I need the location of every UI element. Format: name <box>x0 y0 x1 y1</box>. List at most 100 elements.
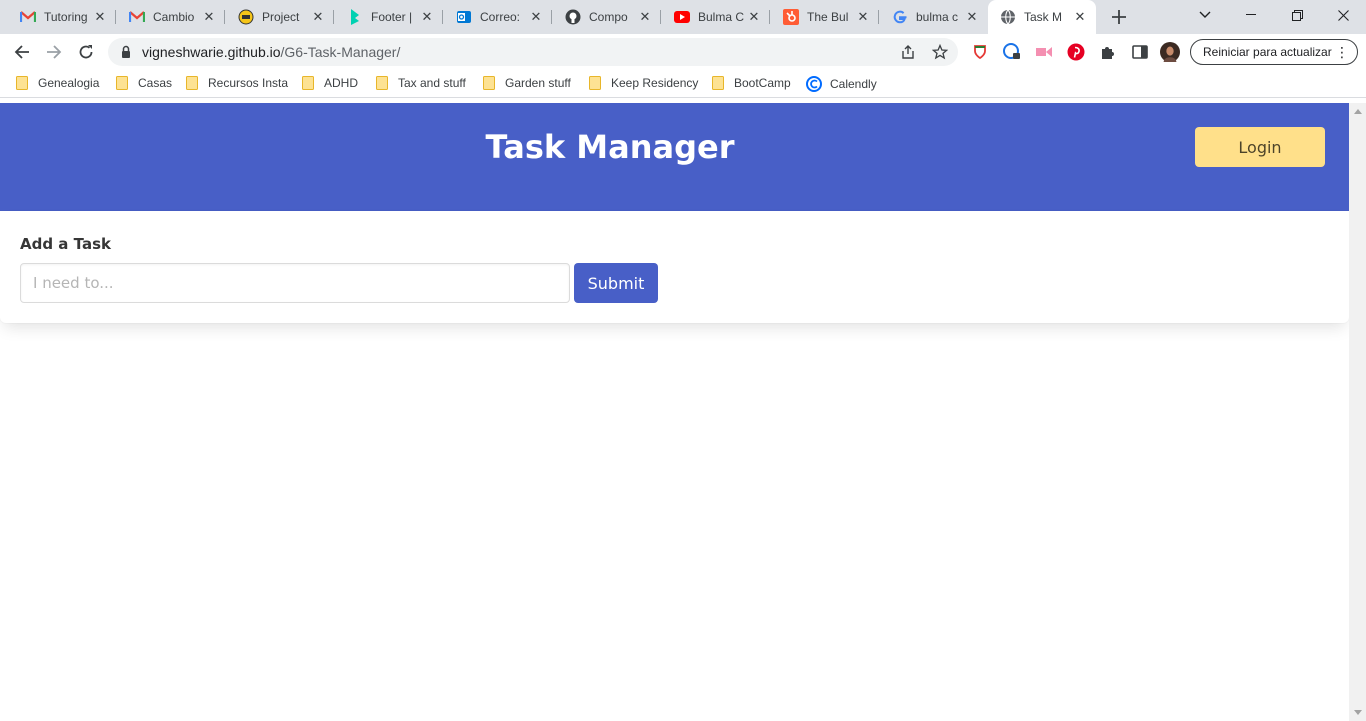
bookmark-genealogia[interactable]: Genealogia <box>16 76 99 90</box>
scroll-down-arrow-icon[interactable] <box>1349 704 1366 721</box>
tab-title: Tutoring <box>44 10 88 24</box>
close-icon[interactable]: ✕ <box>528 9 544 25</box>
close-icon[interactable]: ✕ <box>964 9 980 25</box>
tab-search-button[interactable] <box>1182 0 1228 30</box>
page-scrollbar[interactable] <box>1349 103 1366 721</box>
tab-bulma-video[interactable]: Bulma C ✕ <box>662 4 770 30</box>
bookmark-label: Calendly <box>830 77 877 91</box>
restart-to-update-button[interactable]: Reiniciar para actualizar ⋮ <box>1190 39 1358 65</box>
reload-button[interactable] <box>74 40 98 64</box>
forward-button[interactable] <box>42 40 66 64</box>
lock-icon[interactable] <box>118 44 134 60</box>
close-window-button[interactable] <box>1320 0 1366 30</box>
close-icon[interactable]: ✕ <box>310 9 326 25</box>
close-icon[interactable]: ✕ <box>746 9 762 25</box>
folder-icon <box>589 76 601 90</box>
login-button[interactable]: Login <box>1195 127 1325 167</box>
bookmark-garden-stuff[interactable]: Garden stuff <box>483 76 571 90</box>
tab-cambio[interactable]: Cambio ✕ <box>117 4 225 30</box>
project-icon <box>238 9 254 25</box>
url-path: /G6-Task-Manager/ <box>280 44 401 60</box>
folder-icon <box>186 76 198 90</box>
bookmark-calendly[interactable]: Calendly <box>806 76 877 92</box>
puzzle-icon[interactable] <box>1098 42 1118 62</box>
tab-title: Correo: <box>480 10 521 24</box>
close-icon[interactable]: ✕ <box>1072 9 1088 25</box>
pinterest-icon[interactable] <box>1066 42 1086 62</box>
tab-separator <box>551 10 552 24</box>
github-icon <box>565 9 581 25</box>
bookmarks-bar: Genealogia Casas Recursos Insta ADHD Tax… <box>0 70 1366 98</box>
bookmark-tax-and-stuff[interactable]: Tax and stuff <box>376 76 466 90</box>
back-button[interactable] <box>10 40 34 64</box>
folder-icon <box>376 76 388 90</box>
extension-shield-icon[interactable] <box>970 42 990 62</box>
scroll-up-arrow-icon[interactable] <box>1349 103 1366 120</box>
folder-icon <box>116 76 128 90</box>
youtube-icon <box>674 9 690 25</box>
bookmark-keep-residency[interactable]: Keep Residency <box>589 76 698 90</box>
tab-compo[interactable]: Compo ✕ <box>553 4 661 30</box>
tab-project[interactable]: Project ✕ <box>226 4 334 30</box>
url-host: vigneshwarie.github.io <box>142 44 281 60</box>
page-title: Task Manager <box>485 128 735 166</box>
bookmark-bootcamp[interactable]: BootCamp <box>712 76 791 90</box>
close-icon[interactable]: ✕ <box>92 9 108 25</box>
close-icon[interactable]: ✕ <box>201 9 217 25</box>
tab-title: Compo <box>589 10 628 24</box>
tab-title: Task M <box>1024 10 1063 24</box>
tab-separator <box>224 10 225 24</box>
close-icon[interactable]: ✕ <box>637 9 653 25</box>
calendly-icon <box>806 76 822 92</box>
star-icon[interactable] <box>931 43 949 61</box>
tab-title: bulma c <box>916 10 959 24</box>
side-panel-icon[interactable] <box>1130 42 1150 62</box>
globe-icon <box>1000 9 1016 25</box>
page-content: Task Manager Login Add a Task Submit <box>0 103 1349 721</box>
share-icon[interactable] <box>899 43 917 61</box>
add-task-label: Add a Task <box>20 235 111 253</box>
new-tab-button[interactable] <box>1108 6 1130 28</box>
google-icon <box>892 9 908 25</box>
tab-title: Project <box>262 10 300 24</box>
tab-separator <box>660 10 661 24</box>
task-input[interactable] <box>20 263 570 303</box>
bookmark-casas[interactable]: Casas <box>116 76 172 90</box>
tab-separator <box>878 10 879 24</box>
tab-title: Footer | <box>371 10 413 24</box>
more-vert-icon[interactable]: ⋮ <box>1335 43 1349 61</box>
avatar[interactable] <box>1160 42 1180 62</box>
tab-correo[interactable]: Correo: ✕ <box>444 4 552 30</box>
tab-task-manager[interactable]: Task M ✕ <box>988 0 1096 34</box>
gmail-icon <box>20 9 36 25</box>
tab-the-bulma[interactable]: The Bul ✕ <box>771 4 879 30</box>
browser-toolbar: vigneshwarie.github.io/G6-Task-Manager/ … <box>0 34 1366 70</box>
tab-footer[interactable]: Footer | ✕ <box>335 4 443 30</box>
extension-record-icon[interactable] <box>1034 42 1054 62</box>
bookmark-adhd[interactable]: ADHD <box>302 76 358 90</box>
tab-separator <box>333 10 334 24</box>
add-task-form: Add a Task Submit <box>0 211 1349 323</box>
tab-title: The Bul <box>807 10 849 24</box>
tab-title: Bulma C <box>698 10 745 24</box>
tab-strip: Tutoring ✕ Cambio ✕ Project ✕ Footer | ✕… <box>0 0 1366 34</box>
tab-separator <box>769 10 770 24</box>
extension-password-icon[interactable] <box>1002 42 1022 62</box>
url-text[interactable]: vigneshwarie.github.io/G6-Task-Manager/ <box>142 44 400 60</box>
bookmark-label: Keep Residency <box>611 76 699 90</box>
folder-icon <box>712 76 724 90</box>
submit-button[interactable]: Submit <box>574 263 658 303</box>
address-bar[interactable]: vigneshwarie.github.io/G6-Task-Manager/ <box>108 38 958 66</box>
minimize-button[interactable] <box>1228 0 1274 30</box>
tab-title: Cambio <box>153 10 195 24</box>
bookmark-recursos-insta[interactable]: Recursos Insta <box>186 76 288 90</box>
hero-banner: Task Manager Login <box>0 103 1349 211</box>
folder-icon <box>483 76 495 90</box>
bookmark-label: Tax and stuff <box>398 76 466 90</box>
tab-tutoring[interactable]: Tutoring ✕ <box>8 4 116 30</box>
restore-button[interactable] <box>1274 0 1320 30</box>
tab-separator <box>115 10 116 24</box>
close-icon[interactable]: ✕ <box>855 9 871 25</box>
close-icon[interactable]: ✕ <box>419 9 435 25</box>
tab-google-search[interactable]: bulma c ✕ <box>880 4 988 30</box>
